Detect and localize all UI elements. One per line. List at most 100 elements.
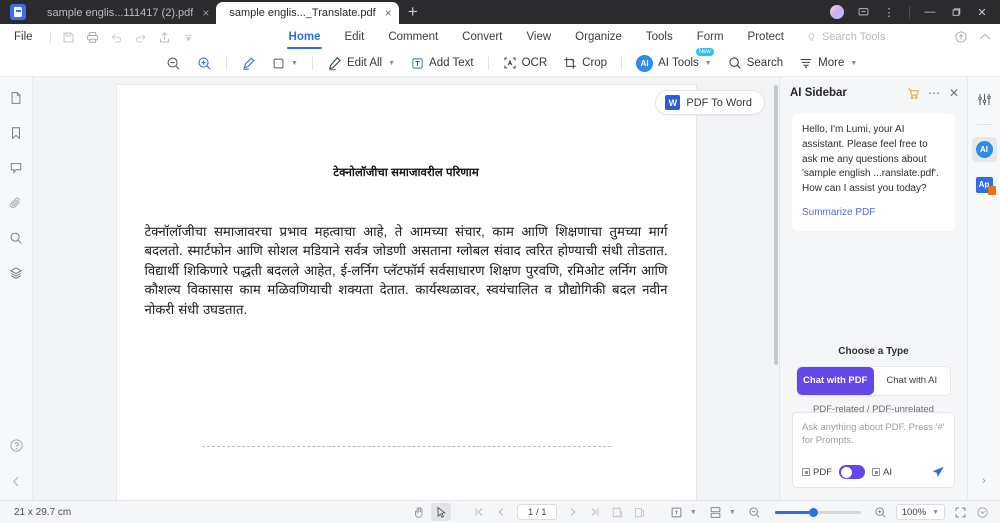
pdf-page[interactable]: टेक्नोलॉजीचा समाजावरील परिणाम टेक्नॉलॉजी… xyxy=(116,85,696,500)
sidebar-item-thumbnails[interactable] xyxy=(4,87,28,109)
highlighter-button[interactable] xyxy=(233,52,264,74)
next-page-button[interactable] xyxy=(563,503,583,521)
document-scrollbar[interactable] xyxy=(774,85,778,365)
close-button[interactable]: ✕ xyxy=(970,1,994,23)
ai-greeting-bubble: Hello, I'm Lumi, your AI assistant. Plea… xyxy=(792,114,955,231)
last-page-button[interactable] xyxy=(585,503,605,521)
send-icon[interactable] xyxy=(931,465,945,479)
app-logo-icon xyxy=(10,4,26,20)
quick-access-more-icon[interactable] xyxy=(177,26,201,48)
first-page-button[interactable] xyxy=(469,503,489,521)
ribbon-tab-view[interactable]: View xyxy=(526,24,551,50)
single-page-caret-icon[interactable]: ▼ xyxy=(690,509,697,516)
more-icon[interactable]: ⋯ xyxy=(928,86,941,100)
ai-tools-button[interactable]: AI AI Tools ▼ New xyxy=(628,48,720,74)
continuous-scroll-caret-icon[interactable]: ▼ xyxy=(729,509,736,516)
expand-right-icon[interactable]: › xyxy=(982,475,986,487)
edit-all-button[interactable]: Edit All ▼ xyxy=(319,52,403,74)
undo-icon[interactable] xyxy=(105,26,129,48)
chat-with-pdf-button[interactable]: Chat with PDF xyxy=(797,366,874,395)
prev-page-button[interactable] xyxy=(491,503,511,521)
more-button[interactable]: More ▼ xyxy=(791,52,865,74)
crop-button[interactable]: Crop xyxy=(555,52,615,74)
collapse-left-icon[interactable] xyxy=(5,470,29,492)
print-icon[interactable] xyxy=(81,26,105,48)
new-tab-button[interactable]: + xyxy=(408,3,418,20)
zoom-in-icon xyxy=(875,506,886,518)
ocr-button[interactable]: OCR xyxy=(495,52,556,74)
zoom-slider-knob[interactable] xyxy=(808,507,818,517)
search-button[interactable]: Search xyxy=(720,52,791,74)
cloud-upload-icon[interactable] xyxy=(954,30,968,44)
ai-pro-icon[interactable]: Ap xyxy=(972,172,997,197)
single-page-icon[interactable] xyxy=(667,503,687,521)
more-caret-icon[interactable]: ▼ xyxy=(850,60,857,67)
ribbon-tab-organize[interactable]: Organize xyxy=(575,24,622,50)
fullscreen-icon[interactable] xyxy=(950,503,970,521)
search-label: Search xyxy=(746,57,784,69)
pdf-chip-label: PDF xyxy=(813,466,832,478)
ribbon-tab-home[interactable]: Home xyxy=(286,24,323,50)
zoom-level-select[interactable]: 100% ▼ xyxy=(895,504,945,520)
cart-icon[interactable] xyxy=(907,87,920,100)
save-icon[interactable] xyxy=(57,26,81,48)
document-tab-1[interactable]: sample englis...111417 (2).pdf × xyxy=(34,2,216,24)
close-icon[interactable]: ✕ xyxy=(949,86,959,100)
zoom-slider[interactable] xyxy=(774,507,861,517)
document-tab-2-close-icon[interactable]: × xyxy=(385,7,392,19)
document-tab-2[interactable]: sample englis..._Translate.pdf × xyxy=(216,2,399,24)
ribbon-tab-edit[interactable]: Edit xyxy=(344,24,364,50)
sidebar-item-bookmarks[interactable] xyxy=(4,122,28,144)
zoom-in-button-status[interactable] xyxy=(871,503,891,521)
page-number-input[interactable]: 1 / 1 xyxy=(517,504,558,520)
ribbon-tab-form[interactable]: Form xyxy=(697,24,724,50)
ribbon-tab-protect[interactable]: Protect xyxy=(748,24,784,50)
ribbon-tab-tools[interactable]: Tools xyxy=(646,24,673,50)
pdf-mode-chip[interactable]: PDF xyxy=(802,467,832,478)
document-viewer[interactable]: टेक्नोलॉजीचा समाजावरील परिणाम टेक्नॉलॉजी… xyxy=(33,77,779,500)
share-icon[interactable] xyxy=(153,26,177,48)
ai-assistant-icon[interactable]: AI xyxy=(971,137,997,162)
chat-with-ai-button[interactable]: Chat with AI xyxy=(874,367,951,395)
help-icon[interactable] xyxy=(5,434,29,456)
sidebar-item-attachments[interactable] xyxy=(4,192,28,214)
minimize-button[interactable]: — xyxy=(918,1,942,23)
rotate-icon[interactable] xyxy=(972,503,992,521)
page-fit-icon[interactable] xyxy=(607,503,627,521)
collapse-ribbon-icon[interactable] xyxy=(978,30,992,44)
shape-caret-icon[interactable]: ▼ xyxy=(291,60,298,67)
ribbon-tab-comment[interactable]: Comment xyxy=(388,24,438,50)
sidebar-item-search[interactable] xyxy=(4,227,28,249)
feedback-icon[interactable] xyxy=(851,1,875,23)
zoom-in-button[interactable] xyxy=(189,52,220,74)
ai-mode-chip[interactable]: AI xyxy=(872,467,892,478)
redo-icon[interactable] xyxy=(129,26,153,48)
shape-button[interactable]: ▼ xyxy=(264,52,306,74)
page-navigation: 1 / 1 xyxy=(469,503,649,521)
add-text-button[interactable]: Add Text xyxy=(403,52,482,74)
mode-toggle-switch[interactable] xyxy=(839,465,865,479)
file-menu[interactable]: File xyxy=(0,31,44,43)
zoom-out-button[interactable] xyxy=(158,52,189,74)
menu-right-icons xyxy=(954,24,992,50)
maximize-button[interactable] xyxy=(944,1,968,23)
pdf-to-word-button[interactable]: W PDF To Word xyxy=(655,90,765,115)
document-tab-1-close-icon[interactable]: × xyxy=(202,7,209,19)
sliders-icon[interactable] xyxy=(972,87,997,112)
select-tool-icon[interactable] xyxy=(431,503,452,521)
zoom-out-button-status[interactable] xyxy=(745,503,765,521)
ribbon-tab-convert[interactable]: Convert xyxy=(462,24,502,50)
page-layout-icon[interactable] xyxy=(629,503,649,521)
hand-tool-icon[interactable] xyxy=(409,503,429,521)
continuous-scroll-icon[interactable] xyxy=(706,503,726,521)
edit-all-caret-icon[interactable]: ▼ xyxy=(388,60,395,67)
more-menu-icon[interactable]: ⋮ xyxy=(877,1,901,23)
ai-tools-caret-icon[interactable]: ▼ xyxy=(705,60,712,67)
zoom-level-caret-icon[interactable]: ▼ xyxy=(932,509,939,516)
sidebar-item-layers[interactable] xyxy=(4,262,28,284)
summarize-pdf-link[interactable]: Summarize PDF xyxy=(802,206,945,221)
search-tools[interactable]: Search Tools xyxy=(806,31,885,43)
ai-composer[interactable]: Ask anything about PDF. Press '#' for Pr… xyxy=(792,412,955,488)
sidebar-item-comments[interactable] xyxy=(4,157,28,179)
avatar[interactable] xyxy=(830,5,844,19)
